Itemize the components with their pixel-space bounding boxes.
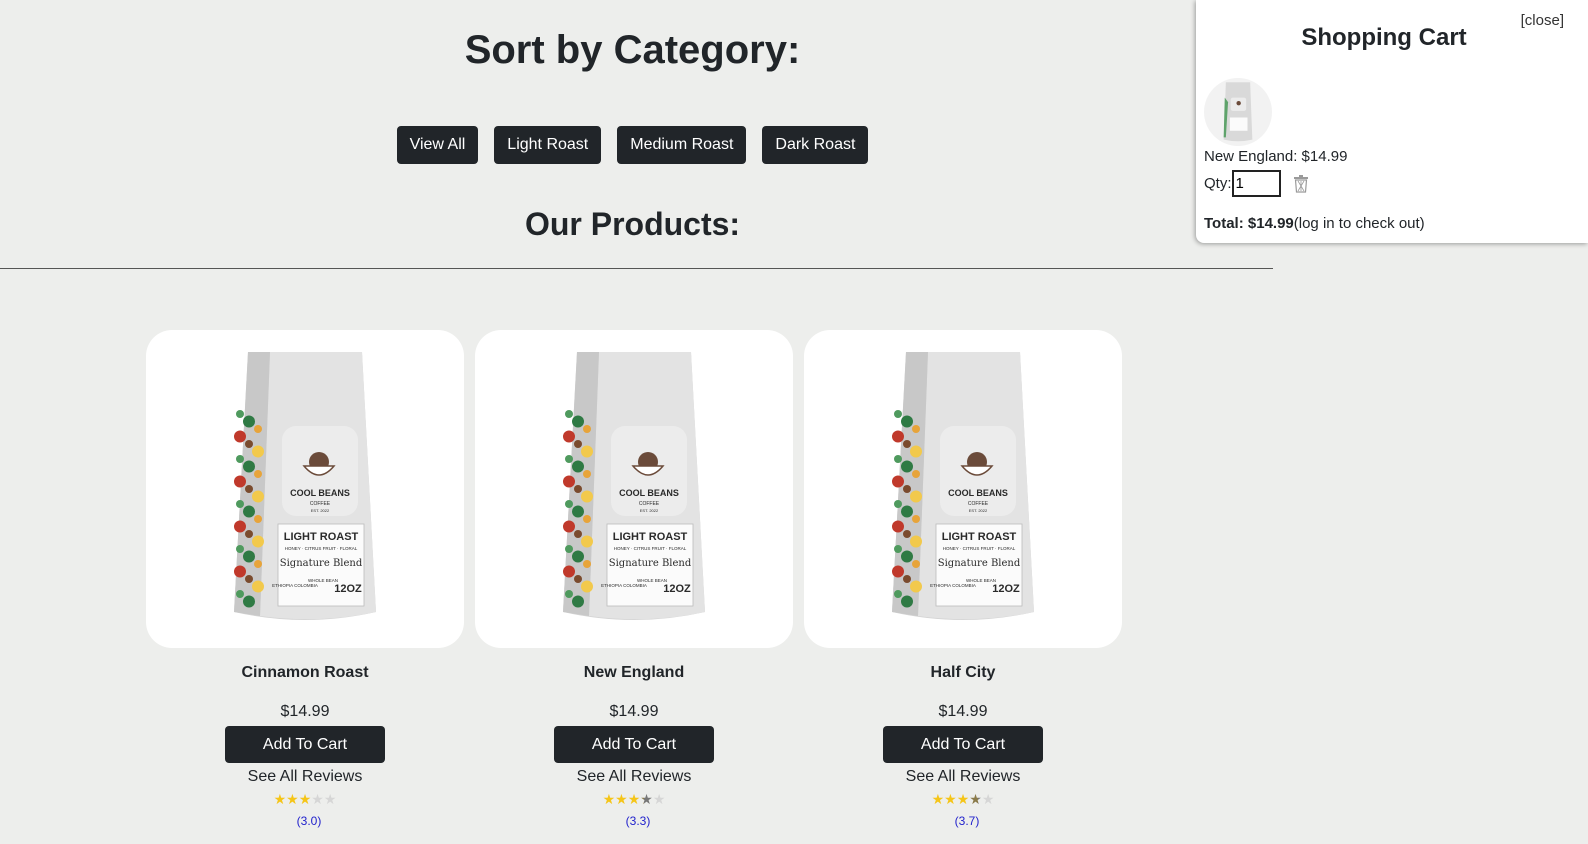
star-rating: ★★★★★ bbox=[603, 791, 666, 808]
bag-est-text: EST. 2022 bbox=[969, 508, 988, 513]
product-name: Half City bbox=[930, 664, 996, 681]
star-icon: ★ bbox=[602, 791, 616, 807]
bag-est-text: EST. 2022 bbox=[640, 508, 659, 513]
bag-weight-text: 12OZ bbox=[334, 583, 362, 595]
star-icon: ★ bbox=[981, 791, 995, 807]
bag-notes-text: HONEY · CITRUS FRUIT · FLORAL bbox=[943, 546, 1016, 551]
star-icon: ★ bbox=[627, 791, 641, 807]
cart-item-thumbnail bbox=[1204, 78, 1272, 146]
divider bbox=[0, 268, 1273, 269]
star-icon: ★ bbox=[311, 791, 324, 807]
bag-brand-sub-text: COFFEE bbox=[968, 501, 989, 507]
see-all-reviews-link[interactable]: See All Reviews bbox=[248, 768, 363, 786]
category-dark-roast-button[interactable]: Dark Roast bbox=[762, 126, 869, 164]
product-card: COOL BEANS COFFEE EST. 2022 LIGHT ROAST HONE… bbox=[804, 330, 1122, 828]
product-card: COOL BEANS COFFEE EST. 2022 LIGHT ROAST HONE… bbox=[146, 330, 464, 828]
bag-weight-text: 12OZ bbox=[663, 583, 691, 595]
product-name: New England bbox=[583, 664, 685, 681]
bag-blend-text: Signature Blend bbox=[609, 558, 692, 569]
star-icon: ★ bbox=[273, 791, 287, 807]
qty-label: Qty: bbox=[1204, 175, 1232, 192]
cart-title: Shopping Cart bbox=[1301, 24, 1467, 51]
product-image[interactable]: COOL BEANS COFFEE EST. 2022 LIGHT ROAST HONE… bbox=[146, 330, 464, 648]
bag-blend-text: Signature Blend bbox=[938, 558, 1021, 569]
star-icon: ★ bbox=[640, 791, 653, 807]
product-card: COOL BEANS COFFEE EST. 2022 LIGHT ROAST HONE… bbox=[475, 330, 793, 828]
star-icon: ★ bbox=[615, 791, 628, 807]
bag-roast-text: LIGHT ROAST bbox=[284, 531, 359, 543]
trash-icon[interactable] bbox=[1293, 174, 1309, 193]
bag-brand-text: COOL BEANS bbox=[290, 488, 350, 498]
bag-roast-text: LIGHT ROAST bbox=[942, 531, 1017, 543]
main-content: Sort by Category: View All Light Roast M… bbox=[0, 0, 1273, 844]
see-all-reviews-link[interactable]: See All Reviews bbox=[906, 768, 1021, 786]
cart-item-name-price: New England: $14.99 bbox=[1204, 148, 1348, 165]
bag-origin-text: ETHIOPIA COLOMBIA bbox=[930, 583, 976, 588]
star-icon: ★ bbox=[323, 791, 337, 807]
rating-value: (3.0) bbox=[296, 814, 322, 828]
bag-origin-text: ETHIOPIA COLOMBIA bbox=[272, 583, 318, 588]
qty-input[interactable] bbox=[1231, 170, 1281, 197]
rating-value: (3.7) bbox=[954, 814, 980, 828]
shopping-cart-panel: [close] Shopping Cart New England: $14.9… bbox=[1196, 0, 1588, 243]
cart-total: Total: $14.99(log in to check out) bbox=[1204, 215, 1425, 232]
product-image[interactable]: COOL BEANS COFFEE EST. 2022 LIGHT ROAST HONE… bbox=[804, 330, 1122, 648]
star-rating: ★★★★★ bbox=[932, 791, 995, 808]
rating-value: (3.3) bbox=[625, 814, 651, 828]
category-filter-bar: View All Light Roast Medium Roast Dark R… bbox=[0, 126, 1265, 164]
category-light-roast-button[interactable]: Light Roast bbox=[494, 126, 602, 164]
product-grid: COOL BEANS COFFEE EST. 2022 LIGHT ROAST HONE… bbox=[146, 330, 1122, 828]
cart-total-amount: Total: $14.99 bbox=[1204, 215, 1294, 232]
star-rating: ★★★★★ bbox=[274, 791, 337, 808]
product-price: $14.99 bbox=[938, 703, 988, 720]
star-icon: ★ bbox=[931, 791, 945, 807]
product-image[interactable]: COOL BEANS COFFEE EST. 2022 LIGHT ROAST HONE… bbox=[475, 330, 793, 648]
bag-notes-text: HONEY · CITRUS FRUIT · FLORAL bbox=[614, 546, 687, 551]
star-icon: ★ bbox=[652, 791, 666, 807]
star-icon: ★ bbox=[286, 791, 299, 807]
see-all-reviews-link[interactable]: See All Reviews bbox=[577, 768, 692, 786]
bag-brand-sub-text: COFFEE bbox=[310, 501, 331, 507]
category-medium-roast-button[interactable]: Medium Roast bbox=[617, 126, 747, 164]
products-heading: Our Products: bbox=[524, 206, 741, 242]
cart-checkout-note: (log in to check out) bbox=[1293, 215, 1425, 232]
bag-blend-text: Signature Blend bbox=[280, 558, 363, 569]
bag-est-text: EST. 2022 bbox=[311, 508, 330, 513]
star-icon: ★ bbox=[956, 791, 970, 807]
product-price: $14.99 bbox=[280, 703, 330, 720]
category-view-all-button[interactable]: View All bbox=[396, 126, 479, 164]
bag-brand-sub-text: COFFEE bbox=[639, 501, 660, 507]
bag-brand-text: COOL BEANS bbox=[619, 488, 679, 498]
bag-brand-text: COOL BEANS bbox=[948, 488, 1008, 498]
bag-weight-text: 12OZ bbox=[992, 583, 1020, 595]
product-price: $14.99 bbox=[609, 703, 659, 720]
add-to-cart-button[interactable]: Add To Cart bbox=[554, 726, 714, 763]
coffee-bag-thumbnail-icon bbox=[1223, 82, 1253, 142]
sort-heading: Sort by Category: bbox=[464, 28, 801, 72]
bag-origin-text: ETHIOPIA COLOMBIA bbox=[601, 583, 647, 588]
cart-qty-row: Qty: bbox=[1204, 170, 1309, 197]
coffee-bag-image: COOL BEANS COFFEEEST. 2022 LIGHT ROAST HONE… bbox=[563, 352, 705, 620]
star-icon: ★ bbox=[969, 791, 982, 807]
product-name: Cinnamon Roast bbox=[241, 664, 369, 681]
bag-roast-text: LIGHT ROAST bbox=[613, 531, 688, 543]
coffee-bag-image: COOL BEANS COFFEEEST. 2022 LIGHT ROAST HONE… bbox=[892, 352, 1034, 620]
star-icon: ★ bbox=[298, 791, 312, 807]
add-to-cart-button[interactable]: Add To Cart bbox=[883, 726, 1043, 763]
bag-notes-text: HONEY · CITRUS FRUIT · FLORAL bbox=[285, 546, 358, 551]
coffee-bag-image: COOL BEANS COFFEEEST. 2022 LIGHT ROAST HONE… bbox=[234, 352, 376, 620]
star-icon: ★ bbox=[944, 791, 957, 807]
add-to-cart-button[interactable]: Add To Cart bbox=[225, 726, 385, 763]
